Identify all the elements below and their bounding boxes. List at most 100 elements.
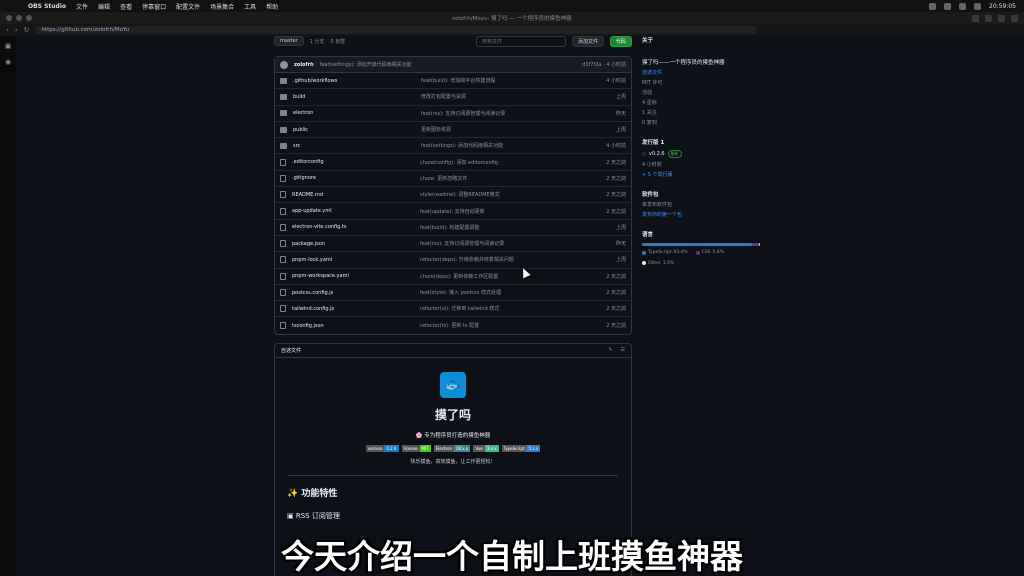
file-commit-message[interactable]: feat(build): 构建配置调整 [420,224,586,231]
url-field[interactable]: https://github.com/zolofrh/MoYu [35,26,756,34]
battery-icon[interactable] [944,2,952,10]
license-link[interactable]: MIT 许可 [642,79,762,86]
readme-link[interactable]: 自述文件 [642,69,762,76]
file-row[interactable]: src feat(settings): 添加代码雨相关功能 4 小时前 [275,138,631,155]
panel-toggle-icon[interactable]: ▣ [5,42,12,50]
file-name[interactable]: postcss.config.js [292,290,420,296]
file-commit-message[interactable]: refactor(ts): 更新 ts 配置 [420,322,586,329]
file-row[interactable]: .editorconfig chore(config): 添加 editorcon… [275,154,631,171]
file-name[interactable]: tailwind.config.js [292,306,420,312]
file-row[interactable]: tsconfig.json refactor(ts): 更新 ts 配置 2 天之前 [275,317,631,333]
file-commit-message[interactable]: feat(build): 增加跨平台构建流程 [421,77,586,84]
page-tab-title[interactable]: zolofrh/Moyu: 摸了吗 — 一个程序员的摸鱼神器 [452,14,572,22]
go-to-file-input[interactable]: 转到文件 [475,36,566,47]
file-row[interactable]: postcss.config.js feat(style): 接入 postcss… [275,285,631,302]
releases-heading[interactable]: 发行版 1 [642,138,762,146]
outline-icon[interactable]: ☰ [621,347,625,353]
release-tag[interactable]: v0.2.6 [649,151,665,157]
menu-app-name[interactable]: OBS Studio [28,3,66,10]
file-name[interactable]: src [293,143,421,149]
file-row[interactable]: build 修改打包配置与资源 上周 [275,89,631,106]
file-name[interactable]: README.md [292,192,420,198]
menu-item[interactable]: 帮助 [266,2,278,11]
file-name[interactable]: .github/workflows [293,78,421,84]
profile-icon[interactable] [1011,14,1018,22]
language-item[interactable]: CSS 5.6% [695,250,724,255]
clock[interactable]: 20:59:05 [989,3,1016,10]
file-row[interactable]: .gitignore chore: 更新忽略文件 2 天之前 [275,171,631,188]
back-icon[interactable]: ‹ [6,26,9,34]
publish-package-link[interactable]: 发布你的第一个包 [642,211,762,218]
commit-author[interactable]: zolofrh [294,62,314,68]
file-name[interactable]: electron-vite.config.ts [292,224,420,230]
file-row[interactable]: tailwind.config.js refactor(ui): 迁移到 tail… [275,301,631,318]
avatar[interactable] [280,60,288,69]
file-commit-message[interactable]: chore(config): 添加 editorconfig [420,159,586,166]
tags-link[interactable]: 0 标签 [330,38,345,45]
readme-tab[interactable]: 自述文件 [281,347,301,354]
menu-item[interactable]: 文件 [76,2,88,11]
file-commit-message[interactable]: feat(style): 接入 postcss 样式处理 [420,289,586,296]
file-commit-message[interactable]: chore: 更新忽略文件 [420,175,586,182]
file-commit-message[interactable]: refactor(deps): 升级依赖并修复相关问题 [420,256,586,263]
add-file-button[interactable]: 添加文件 [571,36,604,47]
file-commit-message[interactable]: style(readme): 调整README格式 [420,191,586,198]
activity-link[interactable]: 活动 [642,89,762,96]
file-row[interactable]: public 更新图标资源 上周 [275,122,631,139]
wifi-icon[interactable] [929,2,937,10]
file-commit-message[interactable]: refactor(ui): 迁移到 tailwind 样式 [420,305,586,312]
branch-selector[interactable]: master [274,36,304,46]
packages-heading[interactable]: 软件包 [642,190,762,198]
file-row[interactable]: package.json feat(rss): 支持订阅源管理与阅读记录 昨天 [275,236,631,253]
code-button[interactable]: 代码 [609,36,632,47]
close-window-icon[interactable] [6,15,12,21]
menu-item[interactable]: 编辑 [98,2,110,11]
commit-message[interactable]: feat(settings): 添加开启代码雨相关功能 [320,61,576,68]
file-name[interactable]: app-update.yml [292,208,420,214]
file-name[interactable]: public [293,127,421,133]
more-releases-link[interactable]: + 5 个发行版 [642,171,762,178]
reload-icon[interactable]: ↻ [24,26,30,34]
branches-link[interactable]: 1 分支 [310,38,325,45]
file-name[interactable]: build [293,94,421,100]
edit-icon[interactable]: ✎ [608,347,612,353]
file-name[interactable]: package.json [292,241,420,247]
file-name[interactable]: .gitignore [292,175,420,181]
menu-item[interactable]: 查看 [120,2,132,11]
file-name[interactable]: electron [293,110,421,116]
shield-badge[interactable]: TypeScript 5.x.x [501,444,541,452]
commit-meta[interactable]: d3f7f2a · 4 小时前 [582,61,626,68]
file-commit-message[interactable]: feat(update): 支持自动更新 [420,208,586,215]
language-item[interactable]: Other 1.0% [642,261,674,266]
file-row[interactable]: README.md style(readme): 调整README格式 2 天之前 [275,187,631,204]
file-commit-message[interactable]: feat(rss): 支持订阅源管理与阅读记录 [421,110,586,117]
extension-icon[interactable] [985,14,992,22]
file-row[interactable]: app-update.yml feat(update): 支持自动更新 2 天之前 [275,203,631,220]
shield-badge[interactable]: Electron 28.x.x [433,444,471,452]
menu-item[interactable]: 配置文件 [176,2,200,11]
file-commit-message[interactable]: feat(settings): 添加代码雨相关功能 [421,142,586,149]
file-commit-message[interactable]: 更新图标资源 [421,126,586,133]
shield-badge[interactable]: version 0.2.6 [365,444,399,452]
shield-badge[interactable]: Vue 3.x.x [473,444,499,452]
file-row[interactable]: pnpm-lock.yaml refactor(deps): 升级依赖并修复相关问… [275,252,631,269]
forks-link[interactable]: 0 复刻 [642,119,762,126]
maximize-window-icon[interactable] [26,15,32,21]
shield-badge[interactable]: license MIT [401,444,431,452]
file-commit-message[interactable]: feat(rss): 支持订阅源管理与阅读记录 [420,240,586,247]
menu-item[interactable]: 停靠窗口 [142,2,166,11]
extension-icon[interactable] [972,14,979,22]
file-name[interactable]: tsconfig.json [292,323,420,329]
menu-item[interactable]: 工具 [244,2,256,11]
control-center-icon[interactable] [974,2,982,10]
file-row[interactable]: .github/workflows feat(build): 增加跨平台构建流程 4… [275,73,631,90]
watching-link[interactable]: 1 关注 [642,109,762,116]
extension-icon[interactable] [998,14,1005,22]
file-commit-message[interactable]: 修改打包配置与资源 [421,93,586,100]
forward-icon[interactable]: › [15,26,18,34]
file-name[interactable]: .editorconfig [292,159,420,165]
file-name[interactable]: pnpm-workspace.yaml [292,273,420,279]
stars-link[interactable]: 4 星标 [642,99,762,106]
file-commit-message[interactable]: chore(deps): 更新依赖工作区配置 [420,273,586,280]
menu-item[interactable]: 场景集合 [210,2,234,11]
